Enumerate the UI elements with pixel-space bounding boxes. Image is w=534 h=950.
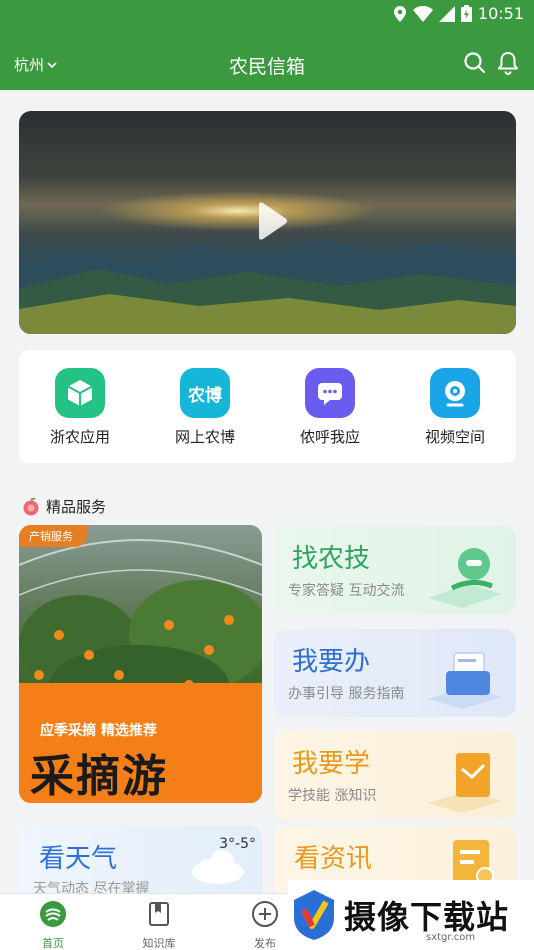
section-title-label: 精品服务 [46,498,107,516]
signal-icon [438,5,455,22]
service-card-affairs[interactable]: 我要办 办事引导 服务指南 [274,629,516,717]
quick-link-label: 视频空间 [424,428,485,446]
video-banner[interactable] [19,111,516,334]
expert-icon [428,548,502,608]
service-title: 我要学 [292,749,371,779]
box-icon [55,368,105,418]
location-icon [393,5,406,22]
chat-icon [305,368,355,418]
book-icon [428,753,502,813]
camera-icon [430,368,480,418]
quick-link-label: 浙农应用 [49,428,110,446]
quick-link-label: 网上农博 [174,428,235,446]
play-icon[interactable] [251,201,291,241]
service-title: 我要办 [292,647,371,677]
weather-title: 看天气 [39,844,118,874]
quick-links-card: 浙农应用 农博 网上农博 侬呼我应 视频空间 [19,350,516,463]
wifi-icon [412,5,433,22]
service-subtitle: 办事引导 服务指南 [288,686,405,702]
document-icon [428,652,502,709]
harvest-tag: 产销服务 [19,525,87,547]
bell-icon[interactable] [495,50,521,76]
quick-link-video[interactable]: 视频空间 [400,368,510,447]
plus-circle-icon [252,901,278,927]
service-card-agritech[interactable]: 找农技 专家答疑 互动交流 [274,526,516,614]
battery-icon [460,5,472,22]
cloud-icon [192,850,244,884]
tab-label: 知识库 [142,937,176,950]
status-time: 10:51 [477,4,524,23]
quick-link-huying[interactable]: 侬呼我应 [275,368,385,447]
status-bar: 10:51 [0,0,534,30]
harvest-title: 采摘游 [30,751,168,802]
quick-link-zhenong[interactable]: 浙农应用 [25,368,135,447]
search-icon[interactable] [462,50,488,76]
harvest-subtitle: 应季采摘 精选推荐 [40,723,157,739]
home-icon [40,901,66,927]
nongbo-icon: 农博 [180,368,230,418]
status-icons: 10:51 [393,4,524,23]
service-title: 找农技 [292,544,371,574]
page-title: 农民信箱 [228,56,305,78]
tab-label: 首页 [42,937,64,950]
service-subtitle: 专家答疑 互动交流 [288,583,405,599]
quick-link-nongbo[interactable]: 农博 网上农博 [150,368,260,447]
watermark-logo-icon [294,890,334,940]
watermark: 摄像下载站 sxtgr.com [288,880,534,950]
watermark-url: sxtgr.com [426,932,476,943]
tab-home[interactable]: 首页 [18,900,88,950]
service-subtitle: 学技能 涨知识 [288,788,377,804]
book-icon [149,902,169,926]
quick-link-label: 侬呼我应 [299,428,360,446]
news-title: 看资讯 [294,844,373,874]
service-card-learn[interactable]: 我要学 学技能 涨知识 [274,731,516,819]
section-title: 精品服务 [22,496,106,517]
app-header: 杭州 农民信箱 [0,30,534,90]
tab-knowledge[interactable]: 知识库 [124,900,194,950]
fruit-icon [23,497,39,515]
